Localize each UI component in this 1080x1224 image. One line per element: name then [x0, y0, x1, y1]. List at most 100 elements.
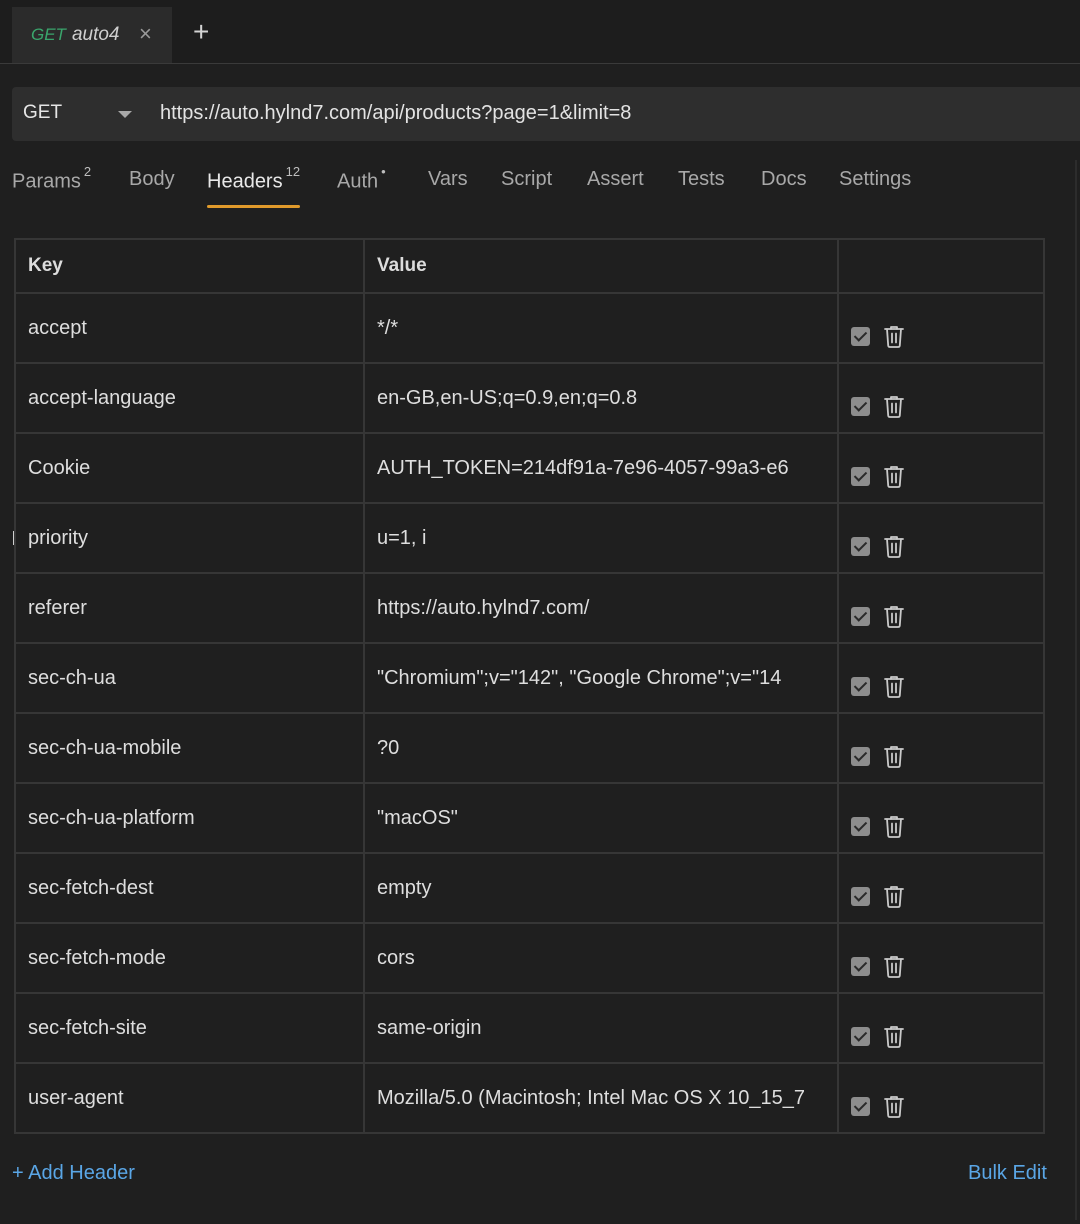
header-value-cell[interactable]: same-origin	[363, 992, 839, 1064]
row-actions	[837, 782, 1045, 854]
tab-bar: GET auto4 × +	[0, 0, 1080, 64]
row-actions	[837, 642, 1045, 714]
tab-headers[interactable]: Headers 12	[207, 164, 301, 208]
header-value-cell[interactable]: "macOS"	[363, 782, 839, 854]
header-value-cell[interactable]: ?0	[363, 712, 839, 784]
header-value-cell[interactable]: cors	[363, 922, 839, 994]
header-key-cell[interactable]: sec-ch-ua-mobile	[14, 712, 365, 784]
tab-vars[interactable]: Vars	[428, 168, 468, 191]
enabled-checkbox[interactable]	[851, 1096, 870, 1116]
trash-icon[interactable]	[883, 464, 905, 488]
row-actions	[837, 992, 1045, 1064]
tab-body[interactable]: Body	[129, 168, 175, 191]
bulk-edit-button[interactable]: Bulk Edit	[968, 1162, 1047, 1185]
tab-auth[interactable]: Auth •	[337, 164, 386, 194]
row-actions	[837, 852, 1045, 924]
table-row: Cookie AUTH_TOKEN=214df91a-7e96-4057-99a3…	[14, 432, 1045, 504]
enabled-checkbox[interactable]	[851, 536, 870, 556]
header-key-cell[interactable]: sec-fetch-site	[14, 992, 365, 1064]
table-row: accept */*	[14, 292, 1045, 364]
table-row: priority u=1, i	[14, 502, 1045, 574]
row-actions	[837, 502, 1045, 574]
tab-name: auto4	[71, 24, 120, 45]
enabled-checkbox[interactable]	[851, 816, 870, 836]
row-actions	[837, 1062, 1045, 1134]
trash-icon[interactable]	[883, 1094, 905, 1118]
table-row: accept-language en-GB,en-US;q=0.9,en;q=0.…	[14, 362, 1045, 434]
enabled-checkbox[interactable]	[851, 326, 870, 346]
header-value-cell[interactable]: en-GB,en-US;q=0.9,en;q=0.8	[363, 362, 839, 434]
headers-table: Key Value accept */* accept-language en-GB,…	[14, 238, 1045, 1134]
table-row: referer https://auto.hylnd7.com/	[14, 572, 1045, 644]
table-row: sec-ch-ua-mobile ?0	[14, 712, 1045, 784]
header-key-cell[interactable]: Cookie	[14, 432, 365, 504]
row-actions	[837, 712, 1045, 784]
header-value-cell[interactable]: Mozilla/5.0 (Macintosh; Intel Mac OS X 1…	[363, 1062, 839, 1134]
new-tab-icon[interactable]: +	[193, 17, 209, 47]
header-key-cell[interactable]: sec-ch-ua	[14, 642, 365, 714]
column-header-actions	[837, 238, 1045, 294]
request-tab-auto4[interactable]: GET auto4 ×	[12, 7, 172, 63]
header-key-cell[interactable]: sec-fetch-mode	[14, 922, 365, 994]
header-value-cell[interactable]: u=1, i	[363, 502, 839, 574]
header-key-cell[interactable]: sec-fetch-dest	[14, 852, 365, 924]
tab-settings[interactable]: Settings	[839, 168, 911, 191]
trash-icon[interactable]	[883, 814, 905, 838]
column-header-value: Value	[363, 238, 839, 294]
row-actions	[837, 922, 1045, 994]
column-header-key: Key	[14, 238, 365, 294]
table-row: sec-ch-ua-platform "macOS"	[14, 782, 1045, 854]
header-key-cell[interactable]: accept-language	[14, 362, 365, 434]
header-key-cell[interactable]: accept	[14, 292, 365, 364]
header-key-cell[interactable]: referer	[14, 572, 365, 644]
trash-icon[interactable]	[883, 324, 905, 348]
enabled-checkbox[interactable]	[851, 606, 870, 626]
header-value-cell[interactable]: AUTH_TOKEN=214df91a-7e96-4057-99a3-e6	[363, 432, 839, 504]
method-select[interactable]: GET	[23, 102, 62, 124]
close-icon[interactable]: ×	[139, 22, 152, 46]
row-actions	[837, 432, 1045, 504]
enabled-checkbox[interactable]	[851, 676, 870, 696]
tab-params[interactable]: Params 2	[12, 164, 91, 194]
table-row: sec-fetch-site same-origin	[14, 992, 1045, 1064]
table-header-row: Key Value	[14, 238, 1045, 294]
trash-icon[interactable]	[883, 954, 905, 978]
trash-icon[interactable]	[883, 604, 905, 628]
tab-script[interactable]: Script	[501, 168, 552, 191]
header-value-cell[interactable]: empty	[363, 852, 839, 924]
trash-icon[interactable]	[883, 1024, 905, 1048]
add-header-button[interactable]: + Add Header	[12, 1162, 135, 1185]
chevron-down-icon[interactable]	[118, 111, 132, 118]
enabled-checkbox[interactable]	[851, 956, 870, 976]
tab-assert[interactable]: Assert	[587, 168, 644, 191]
trash-icon[interactable]	[883, 394, 905, 418]
active-tab-underline	[207, 205, 301, 208]
table-row: sec-ch-ua "Chromium";v="142", "Google Chr…	[14, 642, 1045, 714]
scrollbar-track[interactable]	[1075, 160, 1077, 1220]
table-row: sec-fetch-dest empty	[14, 852, 1045, 924]
header-key-cell[interactable]: priority	[14, 502, 365, 574]
row-actions	[837, 362, 1045, 434]
enabled-checkbox[interactable]	[851, 466, 870, 486]
url-input[interactable]: https://auto.hylnd7.com/api/products?pag…	[160, 102, 631, 125]
trash-icon[interactable]	[883, 744, 905, 768]
table-row: user-agent Mozilla/5.0 (Macintosh; Intel …	[14, 1062, 1045, 1134]
header-key-cell[interactable]: user-agent	[14, 1062, 365, 1134]
tab-docs[interactable]: Docs	[761, 168, 807, 191]
tab-tests[interactable]: Tests	[678, 168, 725, 191]
header-value-cell[interactable]: */*	[363, 292, 839, 364]
tab-method: GET	[31, 25, 66, 44]
url-bar: GET https://auto.hylnd7.com/api/products…	[12, 87, 1080, 141]
enabled-checkbox[interactable]	[851, 396, 870, 416]
trash-icon[interactable]	[883, 534, 905, 558]
header-value-cell[interactable]: "Chromium";v="142", "Google Chrome";v="1…	[363, 642, 839, 714]
trash-icon[interactable]	[883, 674, 905, 698]
enabled-checkbox[interactable]	[851, 1026, 870, 1046]
table-row: sec-fetch-mode cors	[14, 922, 1045, 994]
header-value-cell[interactable]: https://auto.hylnd7.com/	[363, 572, 839, 644]
enabled-checkbox[interactable]	[851, 746, 870, 766]
header-key-cell[interactable]: sec-ch-ua-platform	[14, 782, 365, 854]
enabled-checkbox[interactable]	[851, 886, 870, 906]
row-actions	[837, 292, 1045, 364]
trash-icon[interactable]	[883, 884, 905, 908]
